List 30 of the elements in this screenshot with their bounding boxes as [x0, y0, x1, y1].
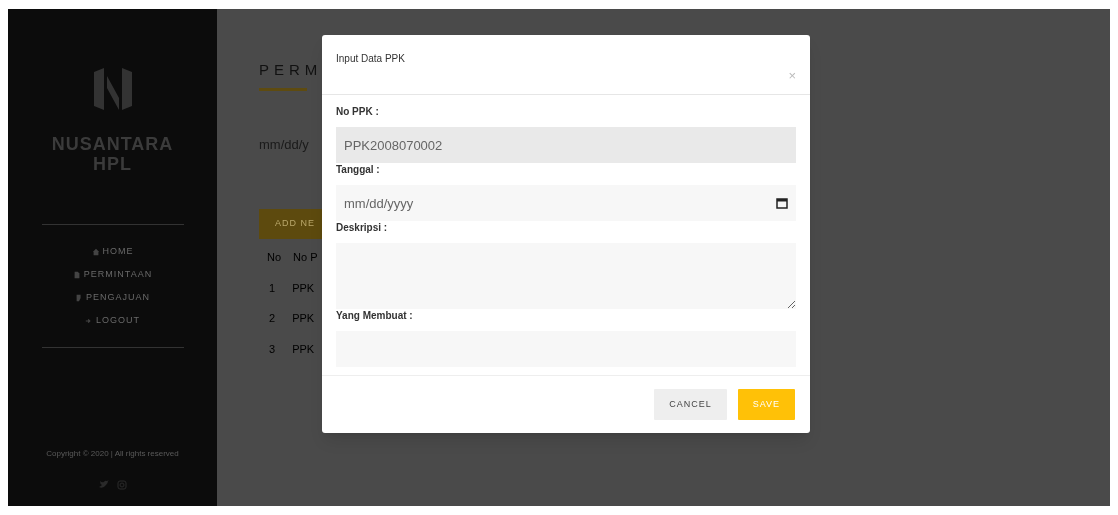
field-label: Yang Membuat :	[336, 309, 414, 323]
column-header: No	[267, 250, 282, 265]
twitter-icon[interactable]	[98, 480, 109, 489]
ppk-number-field[interactable]: PPK2008070002	[336, 127, 796, 163]
field-label: Deskripsi :	[336, 221, 389, 235]
field-label: Tanggal :	[336, 163, 381, 177]
document-icon	[72, 270, 81, 279]
page-title: PERM	[259, 60, 323, 80]
nav-link[interactable]: LOGOUT	[85, 309, 140, 332]
cancel-button[interactable]: CANCEL	[654, 389, 727, 420]
column-header: No P	[293, 250, 318, 265]
copyright-text: Copyright © 2020 | All rights reserved	[46, 448, 179, 460]
field-label: No PPK :	[336, 105, 380, 119]
home-icon	[91, 247, 100, 256]
calendar-icon[interactable]	[776, 197, 788, 209]
description-field[interactable]	[336, 243, 796, 309]
table-cell-text: PPK	[292, 311, 315, 326]
table-cell-text: PPK	[292, 341, 315, 357]
nav-link[interactable]: HOME	[91, 240, 134, 263]
date-field[interactable]: mm/dd/yyyy	[336, 185, 796, 221]
edit-icon	[75, 293, 83, 302]
table-cell-text: 2	[269, 311, 276, 326]
logout-icon	[85, 316, 93, 325]
table-cell-text: 3	[269, 341, 276, 357]
nav-link[interactable]: PERMINTAAN	[72, 263, 153, 286]
table-cell-text: 1	[269, 280, 276, 296]
close-button[interactable]: ×	[788, 69, 796, 82]
nav-link[interactable]: PENGAJUAN	[75, 286, 150, 309]
table-cell-text: PPK	[292, 280, 315, 296]
modal-title: Input Data PPK	[336, 52, 405, 66]
